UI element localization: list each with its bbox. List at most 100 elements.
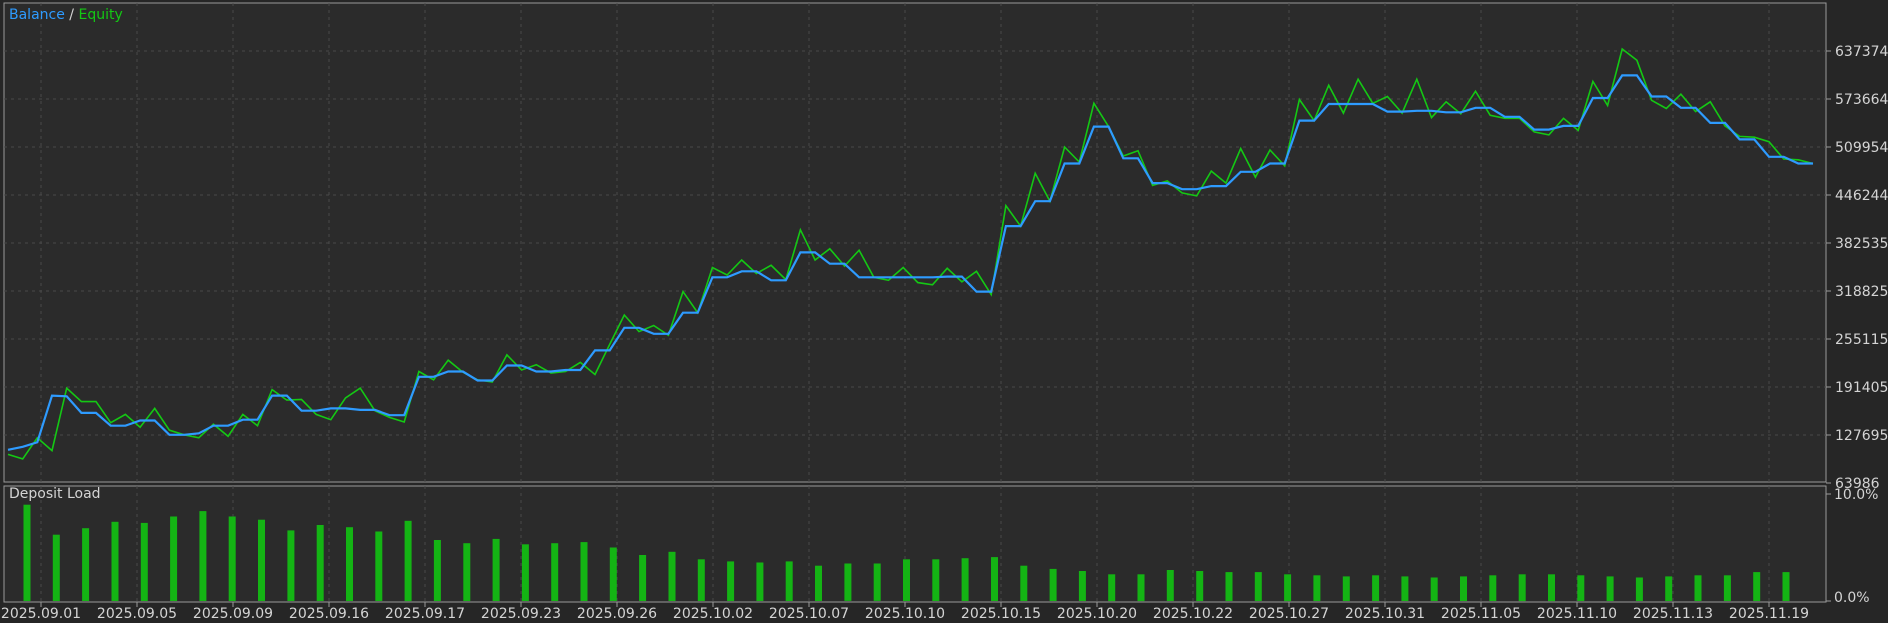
y-tick-label: 10.0% bbox=[1834, 487, 1878, 503]
deposit-load-bar bbox=[1020, 565, 1028, 601]
y-tick-label: 191405 bbox=[1835, 380, 1888, 396]
deposit-load-bar bbox=[697, 559, 705, 601]
y-tick-label: 573664 bbox=[1835, 92, 1888, 108]
deposit-load-bar bbox=[404, 520, 412, 602]
x-tick-label: 2025.10.02 bbox=[673, 606, 753, 622]
x-tick-label: 2025.10.22 bbox=[1153, 606, 1233, 622]
deposit-load-bar bbox=[1372, 575, 1380, 601]
y-tick-label: 127695 bbox=[1835, 428, 1888, 444]
x-tick-label: 2025.09.16 bbox=[289, 606, 369, 622]
equity-panel: 637374 573664 509954 446244 382535 318825 2551… bbox=[3, 2, 1888, 492]
deposit-load-title: Deposit Load bbox=[9, 486, 101, 502]
deposit-load-bar bbox=[551, 543, 559, 601]
x-tick-label: 2025.09.23 bbox=[481, 606, 561, 622]
deposit-load-bar bbox=[521, 544, 529, 601]
deposit-load-bar bbox=[1548, 574, 1555, 602]
deposit-load-bar bbox=[199, 511, 207, 601]
y-tick-label: 637374 bbox=[1835, 44, 1888, 60]
legend-balance: Balance bbox=[9, 7, 65, 23]
deposit-load-bar bbox=[258, 519, 265, 601]
deposit-load-bar bbox=[961, 558, 969, 601]
x-tick-label: 2025.10.27 bbox=[1249, 606, 1329, 622]
deposit-load-bar bbox=[668, 551, 676, 601]
deposit-load-bar bbox=[932, 559, 940, 601]
deposit-load-bar bbox=[1665, 576, 1673, 601]
x-tick-label: 2025.09.17 bbox=[385, 606, 465, 622]
deposit-load-bar bbox=[815, 565, 822, 601]
deposit-load-bar bbox=[1196, 571, 1204, 601]
x-tick-label: 2025.09.05 bbox=[97, 606, 177, 622]
deposit-load-bar bbox=[140, 522, 148, 601]
x-tick-label: 2025.09.09 bbox=[193, 606, 273, 622]
x-tick-label: 2025.11.13 bbox=[1633, 606, 1713, 622]
chart-svg: 637374 573664 509954 446244 382535 318825 2551… bbox=[0, 0, 1888, 623]
deposit-load-bar bbox=[1313, 575, 1321, 601]
deposit-load-bar bbox=[756, 562, 764, 601]
deposit-load-bar bbox=[1723, 575, 1731, 601]
deposit-load-bar bbox=[1108, 574, 1116, 602]
x-tick-label: 2025.10.10 bbox=[865, 606, 945, 622]
deposit-load-bar bbox=[1489, 575, 1497, 601]
deposit-load-bar bbox=[639, 555, 647, 601]
deposit-load-bar bbox=[1166, 570, 1174, 601]
deposit-load-panel: 10.0% 0.0% Deposit Load bbox=[3, 485, 1878, 606]
deposit-load-bar bbox=[873, 563, 881, 601]
deposit-load-bar bbox=[111, 521, 119, 601]
deposit-load-bar bbox=[1694, 575, 1702, 601]
deposit-load-bar bbox=[1782, 572, 1790, 601]
y-tick-label: 255115 bbox=[1835, 332, 1888, 348]
x-tick-label: 2025.10.15 bbox=[961, 606, 1041, 622]
deposit-load-bar bbox=[1137, 574, 1145, 602]
deposit-load-bar bbox=[1078, 571, 1086, 601]
legend-separator: / bbox=[65, 7, 79, 23]
deposit-load-bar bbox=[1049, 568, 1057, 601]
legend-equity: Equity bbox=[78, 7, 122, 23]
deposit-load-bar bbox=[1254, 572, 1262, 601]
deposit-load-bar bbox=[785, 561, 793, 601]
deposit-load-bar bbox=[1577, 575, 1585, 601]
y-tick-label: 0.0% bbox=[1834, 590, 1870, 606]
x-tick-label: 2025.10.07 bbox=[769, 606, 849, 622]
deposit-load-bar bbox=[1518, 574, 1526, 602]
deposit-load-bar bbox=[316, 525, 324, 601]
x-tick-label: 2025.10.20 bbox=[1057, 606, 1137, 622]
deposit-load-bar bbox=[52, 534, 60, 601]
deposit-load-bar bbox=[1606, 576, 1614, 601]
deposit-load-bar bbox=[463, 543, 471, 601]
deposit-load-bar bbox=[1225, 572, 1233, 601]
y-tick-label: 509954 bbox=[1835, 140, 1888, 156]
deposit-load-bar bbox=[287, 530, 295, 601]
x-tick-label: 2025.11.10 bbox=[1537, 606, 1617, 622]
deposit-load-bar bbox=[492, 538, 500, 601]
deposit-load-bar bbox=[903, 559, 910, 601]
deposit-load-bar bbox=[228, 516, 236, 601]
deposit-load-bar bbox=[170, 516, 178, 601]
deposit-load-bar bbox=[844, 563, 852, 601]
deposit-load-bar bbox=[1401, 576, 1409, 601]
chart-legend: Balance / Equity bbox=[9, 7, 123, 23]
deposit-load-bar bbox=[1635, 577, 1643, 601]
x-tick-label: 2025.11.19 bbox=[1729, 606, 1809, 622]
deposit-load-bar bbox=[991, 557, 998, 601]
deposit-load-bar bbox=[346, 527, 353, 601]
deposit-load-bar bbox=[580, 542, 588, 601]
x-tick-label: 2025.11.05 bbox=[1441, 606, 1521, 622]
deposit-load-bar bbox=[82, 528, 90, 601]
x-tick-label: 2025.09.26 bbox=[577, 606, 657, 622]
deposit-load-bar bbox=[1284, 574, 1292, 602]
deposit-load-bar bbox=[1753, 572, 1761, 601]
chart-container: 637374 573664 509954 446244 382535 318825 2551… bbox=[0, 0, 1888, 623]
x-tick-label: 2025.09.01 bbox=[1, 606, 81, 622]
y-tick-label: 446244 bbox=[1835, 188, 1888, 204]
y-tick-label: 382535 bbox=[1835, 236, 1888, 252]
deposit-load-bar bbox=[727, 561, 735, 601]
y-tick-label: 318825 bbox=[1835, 284, 1888, 300]
deposit-load-bar bbox=[609, 547, 617, 601]
deposit-load-bar bbox=[1430, 577, 1438, 601]
deposit-load-bar bbox=[23, 504, 31, 601]
deposit-load-bar bbox=[375, 531, 383, 601]
x-tick-label: 2025.10.31 bbox=[1345, 606, 1425, 622]
deposit-load-bar bbox=[1342, 576, 1350, 601]
deposit-load-bar bbox=[1460, 576, 1467, 601]
deposit-load-bar bbox=[433, 540, 441, 601]
